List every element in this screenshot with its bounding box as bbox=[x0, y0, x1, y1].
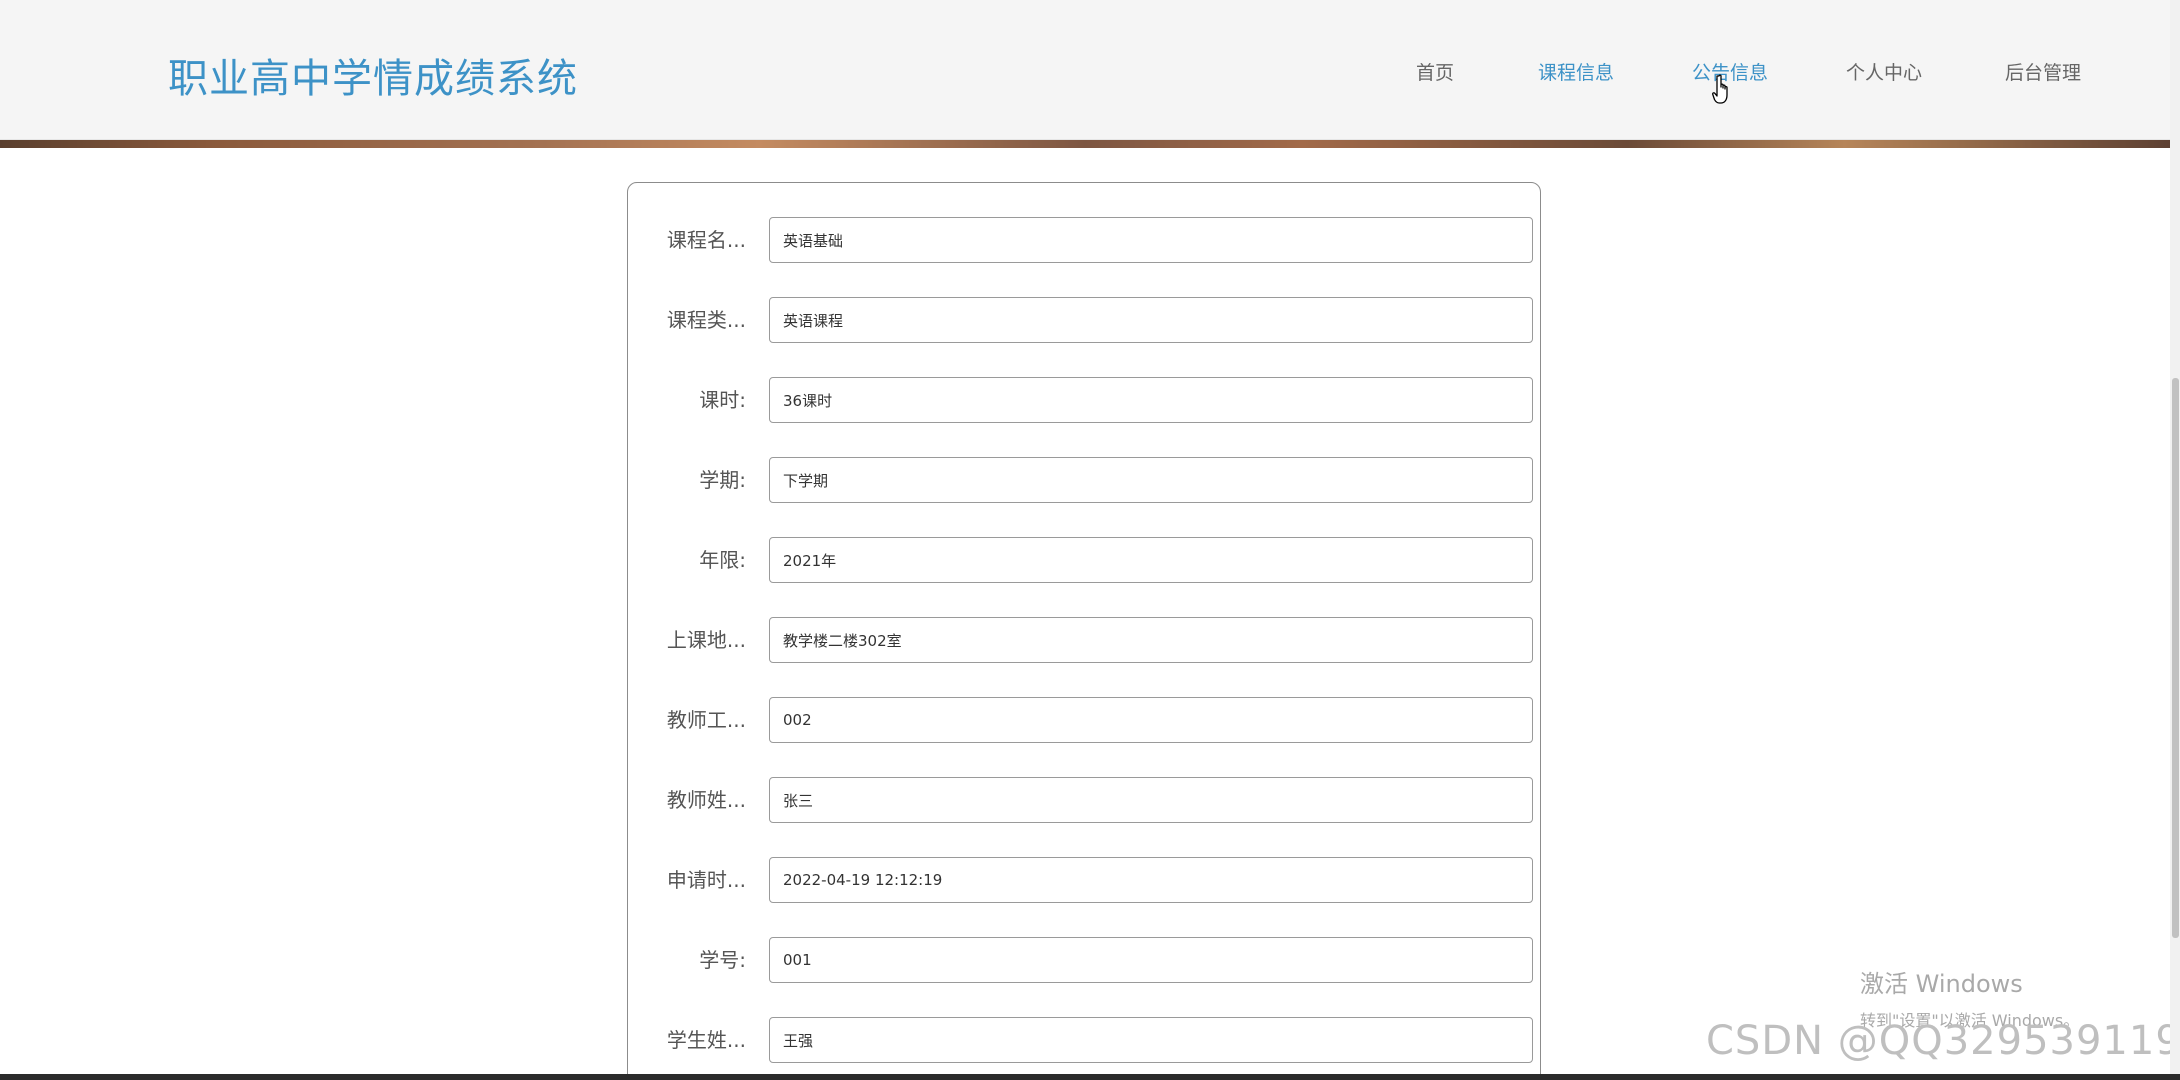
course-type-input[interactable] bbox=[769, 297, 1533, 343]
form-row-teacher-id: 教师工... bbox=[628, 697, 1540, 743]
field-label-course-type: 课程类... bbox=[666, 308, 746, 332]
form-row-year: 年限: bbox=[628, 537, 1540, 583]
form-row-location: 上课地... bbox=[628, 617, 1540, 663]
class-hours-input[interactable] bbox=[769, 377, 1533, 423]
csdn-watermark: CSDN @QQ3295391197 bbox=[1706, 1018, 2180, 1064]
nav-item-personal-center[interactable]: 个人中心 bbox=[1846, 58, 1922, 85]
nav-item-course-info[interactable]: 课程信息 bbox=[1538, 58, 1614, 85]
field-label-student-name: 学生姓... bbox=[666, 1028, 746, 1052]
form-row-course-name: 课程名... bbox=[628, 217, 1540, 263]
page: 职业高中学情成绩系统 首页 课程信息 公告信息 个人中心 后台管理 课程名...… bbox=[0, 0, 2180, 1080]
field-label-teacher-id: 教师工... bbox=[666, 708, 746, 732]
nav-item-home[interactable]: 首页 bbox=[1416, 58, 1454, 85]
form-row-semester: 学期: bbox=[628, 457, 1540, 503]
course-detail-form: 课程名... 课程类... 课时: 学期: 年限: 上课地... 教师工... bbox=[627, 182, 1541, 1080]
form-row-course-type: 课程类... bbox=[628, 297, 1540, 343]
nav-item-admin[interactable]: 后台管理 bbox=[2005, 58, 2081, 85]
course-name-input[interactable] bbox=[769, 217, 1533, 263]
site-header: 职业高中学情成绩系统 首页 课程信息 公告信息 个人中心 后台管理 bbox=[0, 0, 2170, 140]
student-id-input[interactable] bbox=[769, 937, 1533, 983]
form-row-teacher-name: 教师姓... bbox=[628, 777, 1540, 823]
teacher-id-input[interactable] bbox=[769, 697, 1533, 743]
header-banner-strip bbox=[0, 140, 2170, 148]
field-label-year: 年限: bbox=[699, 548, 746, 572]
main-nav: 首页 课程信息 公告信息 个人中心 后台管理 bbox=[0, 58, 2170, 88]
student-name-input[interactable] bbox=[769, 1017, 1533, 1063]
field-label-teacher-name: 教师姓... bbox=[666, 788, 746, 812]
field-label-student-id: 学号: bbox=[699, 948, 746, 972]
form-row-class-hours: 课时: bbox=[628, 377, 1540, 423]
field-label-course-name: 课程名... bbox=[666, 228, 746, 252]
location-input[interactable] bbox=[769, 617, 1533, 663]
hand-pointer-icon bbox=[1712, 74, 1728, 104]
form-row-student-id: 学号: bbox=[628, 937, 1540, 983]
semester-input[interactable] bbox=[769, 457, 1533, 503]
apply-time-input[interactable] bbox=[769, 857, 1533, 903]
form-row-apply-time: 申请时... bbox=[628, 857, 1540, 903]
field-label-apply-time: 申请时... bbox=[666, 868, 746, 892]
field-label-class-hours: 课时: bbox=[699, 388, 746, 412]
page-scrollbar-thumb[interactable] bbox=[2172, 378, 2179, 938]
teacher-name-input[interactable] bbox=[769, 777, 1533, 823]
year-input[interactable] bbox=[769, 537, 1533, 583]
field-label-semester: 学期: bbox=[699, 468, 746, 492]
form-row-student-name: 学生姓... bbox=[628, 1017, 1540, 1063]
field-label-location: 上课地... bbox=[666, 628, 746, 652]
windows-activation-title: 激活 Windows bbox=[1860, 970, 2023, 998]
taskbar-edge bbox=[0, 1074, 2180, 1080]
